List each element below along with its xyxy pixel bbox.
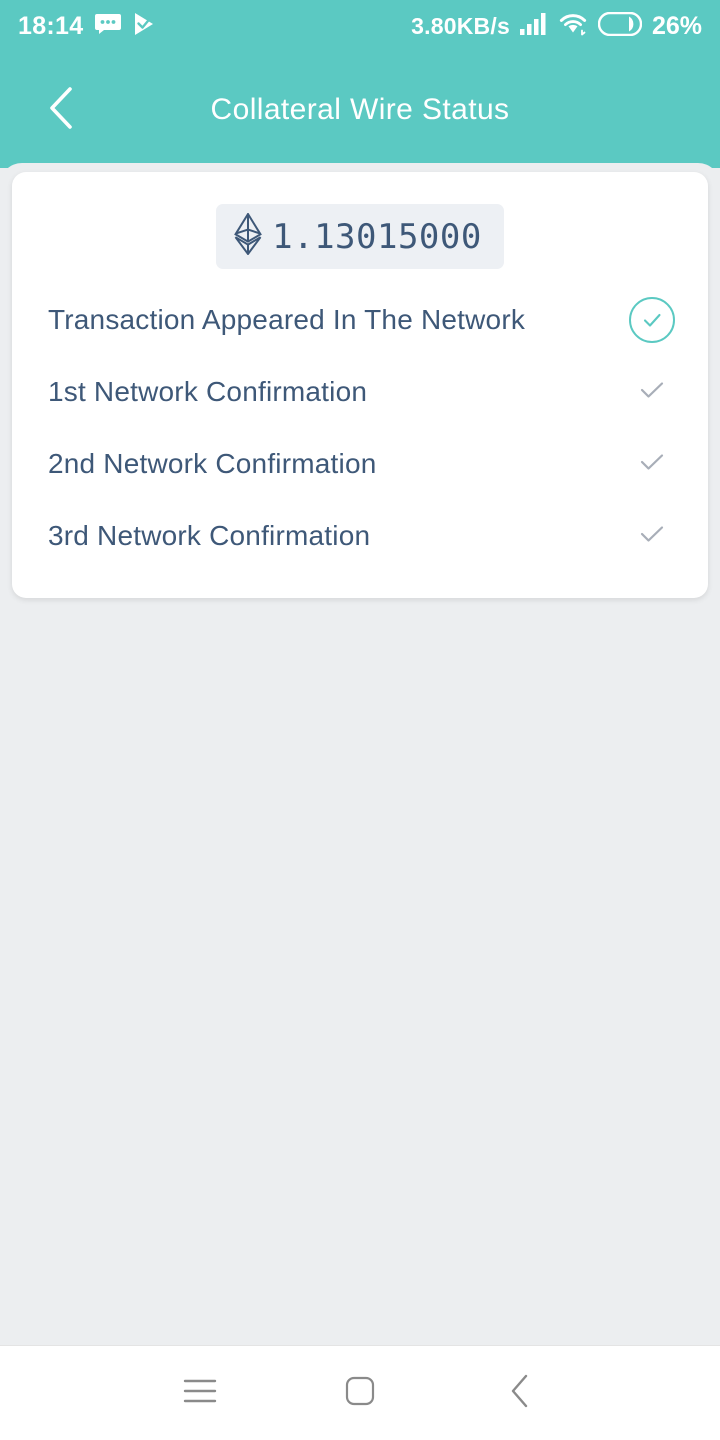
- app-bar: Collateral Wire Status: [0, 52, 720, 168]
- recents-icon: [183, 1378, 217, 1409]
- wifi-icon: [558, 12, 588, 41]
- network-speed-label: 3.80KB/s: [411, 12, 510, 39]
- home-button[interactable]: [322, 1355, 398, 1431]
- page-title: Collateral Wire Status: [210, 93, 510, 126]
- status-row-state: [628, 512, 676, 560]
- status-bar-right: 3.80KB/s 26%: [411, 11, 702, 41]
- status-row-label: Transaction Appeared In The Network: [48, 304, 526, 335]
- sms-icon: [95, 13, 122, 39]
- recents-button[interactable]: [162, 1355, 238, 1431]
- status-row-label: 3rd Network Confirmation: [48, 520, 371, 551]
- check-icon: [637, 447, 667, 482]
- back-icon: [507, 1374, 533, 1413]
- status-bar-clock: 18:14: [18, 11, 84, 40]
- ethereum-icon: [234, 212, 263, 260]
- check-circle-icon: [629, 297, 675, 343]
- status-row-transaction-appeared[interactable]: Transaction Appeared In The Network: [12, 284, 708, 356]
- status-bar-left: 18:14: [18, 12, 157, 41]
- status-row-state: [628, 368, 676, 416]
- back-nav-button[interactable]: [482, 1355, 558, 1431]
- status-row-label: 1st Network Confirmation: [48, 376, 368, 407]
- amount-section: 1.13015000: [12, 204, 708, 269]
- home-icon: [345, 1376, 375, 1411]
- check-icon: [637, 375, 667, 410]
- header-block: 18:14 3.80KB/s 26% Collateral Wire Statu…: [0, 0, 720, 168]
- tick-app-icon: [133, 12, 157, 41]
- system-navigation-bar: [0, 1345, 720, 1440]
- back-chevron-icon: [44, 85, 78, 136]
- status-row-state: [628, 296, 676, 344]
- signal-icon: [519, 12, 548, 40]
- status-card: 1.13015000 Transaction Appeared In The N…: [12, 172, 708, 598]
- status-row-2nd-confirmation[interactable]: 2nd Network Confirmation: [12, 428, 708, 500]
- amount-badge: 1.13015000: [216, 204, 504, 269]
- status-row-label: 2nd Network Confirmation: [48, 448, 377, 479]
- back-button[interactable]: [34, 83, 88, 137]
- status-row-1st-confirmation[interactable]: 1st Network Confirmation: [12, 356, 708, 428]
- check-icon: [637, 519, 667, 554]
- battery-icon: [597, 11, 643, 41]
- battery-percent-label: 26%: [651, 11, 702, 40]
- status-row-3rd-confirmation[interactable]: 3rd Network Confirmation: [12, 500, 708, 572]
- amount-value: 1.13015000: [272, 216, 482, 257]
- system-status-bar: 18:14 3.80KB/s 26%: [0, 0, 720, 52]
- app-screen: 18:14 3.80KB/s 26% Collateral Wire Statu…: [0, 0, 720, 1440]
- status-row-list: Transaction Appeared In The Network 1st …: [12, 284, 708, 572]
- status-row-state: [628, 440, 676, 488]
